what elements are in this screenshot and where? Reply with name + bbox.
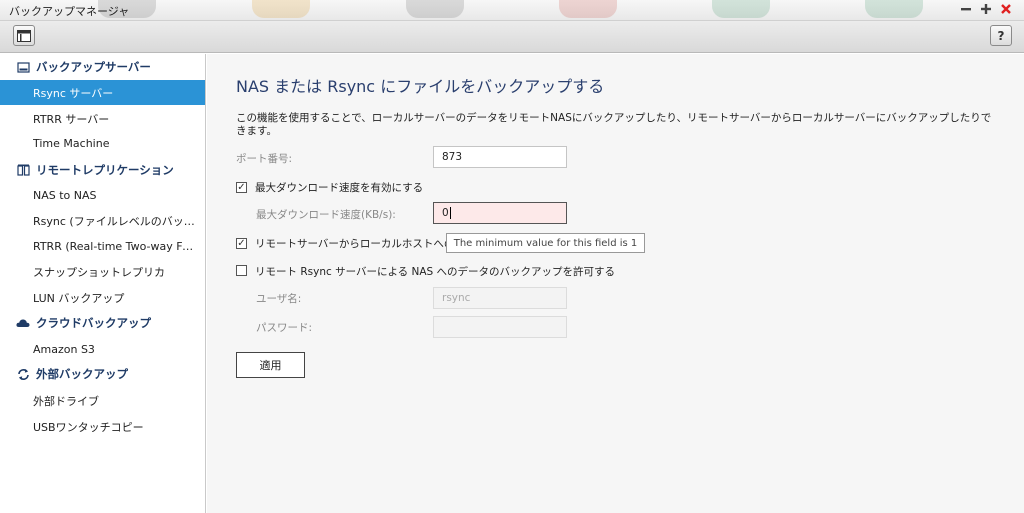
background-app-icon <box>865 0 923 18</box>
max-download-checkbox-label: 最大ダウンロード速度を有効にする <box>255 182 424 194</box>
sidebar-item-label: NAS to NAS <box>33 189 97 202</box>
sidebar-item-external-drive[interactable]: 外部ドライブ <box>0 388 205 413</box>
plus-icon <box>981 4 991 14</box>
sidebar-section-label: リモートレプリケーション <box>36 163 174 177</box>
sidebar-item-snapshot-replica[interactable]: スナップショットレプリカ <box>0 259 205 284</box>
sidebar-item-usb-one-touch-copy[interactable]: USBワンタッチコピー <box>0 414 205 439</box>
server-icon <box>16 60 30 74</box>
sidebar-item-label: Rsync (ファイルレベルのバック... <box>33 214 198 228</box>
port-value: 873 <box>442 151 463 163</box>
main-panel: NAS または Rsync にファイルをバックアップする この機能を使用すること… <box>207 54 1024 513</box>
allow-rsync-checkbox-label: リモート Rsync サーバーによる NAS へのデータのバックアップを許可する <box>255 266 616 278</box>
minimize-button[interactable] <box>957 1 975 19</box>
help-icon: ? <box>997 28 1005 43</box>
sidebar-item-label: Amazon S3 <box>33 343 95 356</box>
sidebar-item-label: スナップショットレプリカ <box>33 265 165 279</box>
sidebar-item-label: 外部ドライブ <box>33 394 99 408</box>
panel-toggle-button[interactable] <box>13 25 35 46</box>
minimize-icon <box>961 8 971 11</box>
sidebar-item-rtrr-server[interactable]: RTRR サーバー <box>0 106 205 131</box>
sidebar-section-label: クラウドバックアップ <box>36 316 151 330</box>
remote-to-local-checkbox-label: リモートサーバーからローカルホストへの <box>255 238 455 250</box>
text-cursor <box>449 207 451 219</box>
close-button[interactable] <box>997 1 1015 19</box>
sidebar-item-label: Rsync サーバー <box>33 86 114 100</box>
sidebar-section-backup-server[interactable]: バックアップサーバー <box>0 55 205 79</box>
sidebar-section-remote-replication[interactable]: リモートレプリケーション <box>0 158 205 182</box>
sidebar-item-label: Time Machine <box>33 137 110 150</box>
toolbar: ? <box>0 21 1024 53</box>
username-value: rsync <box>442 292 471 304</box>
cloud-icon <box>16 316 30 330</box>
max-download-value: 0 <box>442 207 449 219</box>
sidebar-item-label: USBワンタッチコピー <box>33 420 144 434</box>
validation-tooltip: The minimum value for this field is 1 <box>446 233 645 253</box>
password-input[interactable] <box>433 316 567 338</box>
sidebar-item-rtrr[interactable]: RTRR (Real-time Two-way Folder ... <box>0 234 205 259</box>
maximize-button[interactable] <box>977 1 995 19</box>
max-download-label: 最大ダウンロード速度(KB/s): <box>256 209 396 221</box>
sidebar-section-label: バックアップサーバー <box>36 60 151 74</box>
replication-icon <box>16 163 30 177</box>
background-app-icon <box>406 0 464 18</box>
background-app-icon <box>252 0 310 18</box>
sidebar-item-rsync-server[interactable]: Rsync サーバー <box>0 80 205 105</box>
sidebar-section-external-backup[interactable]: 外部バックアップ <box>0 362 205 386</box>
sidebar-item-nas-to-nas[interactable]: NAS to NAS <box>0 183 205 208</box>
sidebar-item-amazon-s3[interactable]: Amazon S3 <box>0 337 205 362</box>
allow-rsync-checkbox[interactable] <box>236 265 247 276</box>
apply-button[interactable]: 適用 <box>236 352 305 378</box>
sidebar: バックアップサーバー Rsync サーバー RTRR サーバー Time Mac… <box>0 54 206 513</box>
max-download-input[interactable]: 0 <box>433 202 567 224</box>
window-title: バックアップマネージャ <box>9 5 130 18</box>
port-input[interactable]: 873 <box>433 146 567 168</box>
sidebar-item-lun-backup[interactable]: LUN バックアップ <box>0 285 205 310</box>
sidebar-section-cloud-backup[interactable]: クラウドバックアップ <box>0 311 205 335</box>
sidebar-item-rsync-file-level[interactable]: Rsync (ファイルレベルのバック... <box>0 208 205 233</box>
password-label: パスワード: <box>256 322 313 334</box>
panel-icon <box>17 29 31 42</box>
sidebar-item-label: RTRR サーバー <box>33 112 110 126</box>
port-label: ポート番号: <box>236 153 293 165</box>
description-text: この機能を使用することで、ローカルサーバーのデータをリモートNASにバックアップ… <box>236 112 992 137</box>
sidebar-section-label: 外部バックアップ <box>36 367 128 381</box>
username-input[interactable]: rsync <box>433 287 567 309</box>
background-app-icon <box>559 0 617 18</box>
sidebar-item-label: LUN バックアップ <box>33 291 125 305</box>
remote-to-local-checkbox[interactable]: ✓ <box>236 238 247 249</box>
background-app-icon <box>712 0 770 18</box>
sidebar-item-label: RTRR (Real-time Two-way Folder ... <box>33 240 198 253</box>
close-icon <box>1001 4 1011 14</box>
page-title: NAS または Rsync にファイルをバックアップする <box>236 77 605 96</box>
username-label: ユーザ名: <box>256 293 302 305</box>
help-button[interactable]: ? <box>990 25 1012 46</box>
sync-icon <box>16 367 30 381</box>
title-bar: バックアップマネージャ <box>0 0 1024 21</box>
sidebar-item-time-machine[interactable]: Time Machine <box>0 131 205 156</box>
max-download-checkbox[interactable]: ✓ <box>236 182 247 193</box>
